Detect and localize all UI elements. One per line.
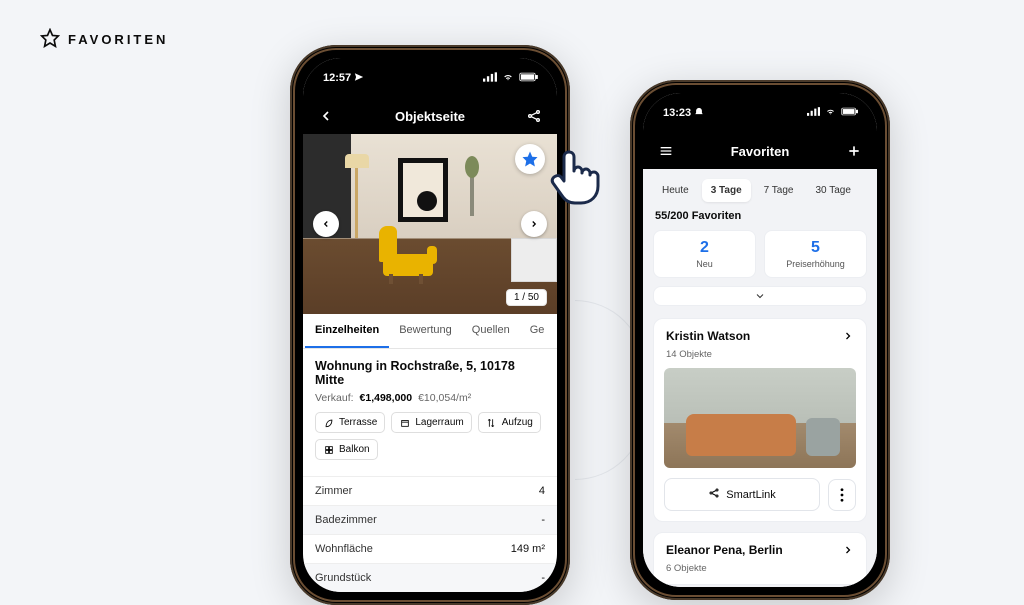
feature-chips: Terrasse Lagerraum Aufzug Balkon: [315, 412, 545, 460]
box-icon: [399, 417, 410, 428]
time-filter-tabs: Heute 3 Tage 7 Tage 30 Tage: [643, 169, 877, 210]
menu-button[interactable]: [657, 142, 675, 160]
spec-row: Badezimmer-: [303, 505, 557, 534]
chip-aufzug: Aufzug: [478, 412, 541, 433]
wifi-icon: [824, 107, 837, 119]
status-time: 13:23: [663, 107, 691, 119]
hero-next-button[interactable]: [521, 211, 547, 237]
chevron-right-icon: [842, 543, 854, 561]
spec-row: Wohnfläche149 m²: [303, 534, 557, 563]
page-header-label: FAVORITEN: [68, 32, 168, 47]
favorite-card[interactable]: Kristin Watson 14 Objekte SmartLink: [653, 318, 867, 522]
filter-heute[interactable]: Heute: [653, 179, 698, 202]
spec-row: Zimmer4: [303, 476, 557, 505]
stat-neu[interactable]: 2 Neu: [653, 230, 756, 278]
spec-row: Grundstück-: [303, 563, 557, 592]
back-button[interactable]: [317, 107, 335, 125]
card-image: [664, 368, 856, 468]
price-per-sqm: €10,054/m²: [418, 392, 471, 404]
battery-icon: [519, 72, 539, 85]
chip-terrasse: Terrasse: [315, 412, 385, 433]
card-subtitle: 14 Objekte: [654, 349, 866, 368]
chip-balkon: Balkon: [315, 439, 378, 460]
leaf-icon: [323, 417, 334, 428]
chip-lagerraum: Lagerraum: [391, 412, 471, 433]
price-value: €1,498,000: [360, 392, 413, 404]
card-menu-button[interactable]: [828, 479, 856, 511]
listing-summary: Wohnung in Rochstraße, 5, 10178 Mitte Ve…: [303, 349, 557, 468]
expand-button[interactable]: [653, 286, 867, 306]
phone-right: 13:23 Favoriten Heute 3 Tage 7 Tage: [630, 80, 890, 600]
add-button[interactable]: [845, 142, 863, 160]
wifi-icon: [501, 72, 515, 85]
phone-notch: [383, 50, 478, 74]
phone-left: 12:57 Objektseite: [290, 45, 570, 605]
listing-title: Wohnung in Rochstraße, 5, 10178 Mitte: [315, 359, 545, 387]
tab-einzelheiten[interactable]: Einzelheiten: [305, 314, 389, 348]
star-icon: [40, 28, 60, 51]
tab-quellen[interactable]: Quellen: [462, 314, 520, 348]
hero-counter: 1 / 50: [506, 289, 547, 306]
phone-notch: [713, 85, 808, 109]
tab-bewertung[interactable]: Bewertung: [389, 314, 462, 348]
price-label: Verkauf:: [315, 392, 354, 404]
card-subtitle: 6 Objekte: [654, 563, 866, 580]
signal-icon: [807, 107, 820, 119]
card-name: Kristin Watson: [666, 329, 750, 343]
listing-hero-image[interactable]: 1 / 50: [303, 134, 557, 314]
signal-icon: [483, 72, 497, 85]
grid-icon: [323, 444, 334, 455]
arrows-icon: [486, 417, 497, 428]
card-name: Eleanor Pena, Berlin: [666, 543, 783, 561]
share-button[interactable]: [525, 107, 543, 125]
smartlink-button[interactable]: SmartLink: [664, 478, 820, 511]
nav-title: Objektseite: [395, 109, 465, 124]
filter-3tage[interactable]: 3 Tage: [702, 179, 751, 202]
chevron-right-icon: [842, 329, 854, 347]
battery-icon: [841, 107, 859, 119]
detail-tabs: Einzelheiten Bewertung Quellen Ge: [303, 314, 557, 349]
stat-cards: 2 Neu 5 Preiserhöhung: [643, 230, 877, 278]
nav-title: Favoriten: [731, 144, 790, 159]
nav-header: Objektseite: [303, 98, 557, 134]
stat-preiserhoehung[interactable]: 5 Preiserhöhung: [764, 230, 867, 278]
specs-table: Zimmer4 Badezimmer- Wohnfläche149 m² Gru…: [303, 476, 557, 592]
pointer-hand-icon: [540, 145, 604, 209]
page-header: FAVORITEN: [40, 28, 168, 51]
share-icon: [708, 487, 720, 502]
hero-prev-button[interactable]: [313, 211, 339, 237]
location-icon: [354, 72, 364, 85]
status-time: 12:57: [323, 72, 351, 84]
tab-more[interactable]: Ge: [520, 314, 555, 348]
filter-7tage[interactable]: 7 Tage: [755, 179, 803, 202]
alarm-icon: [694, 107, 704, 120]
favorite-card[interactable]: Eleanor Pena, Berlin 6 Objekte: [653, 532, 867, 585]
filter-30tage[interactable]: 30 Tage: [806, 179, 859, 202]
nav-header: Favoriten: [643, 133, 877, 169]
favorites-count: 55/200 Favoriten: [643, 210, 877, 230]
